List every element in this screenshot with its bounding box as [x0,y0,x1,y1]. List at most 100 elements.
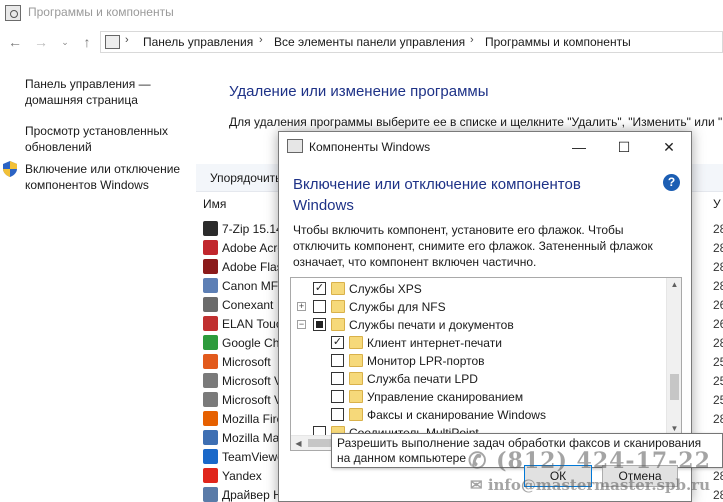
tree-item-label: Клиент интернет-печати [367,336,502,350]
breadcrumb-separator-icon[interactable]: › [470,34,474,46]
feature-checkbox[interactable] [331,354,344,367]
scroll-up-icon[interactable]: ▲ [667,278,681,292]
tree-item-label: Службы для NFS [349,300,446,314]
up-arrow-icon[interactable]: ↑ [78,33,96,51]
forward-arrow-icon[interactable]: → [32,33,50,51]
program-date: 25 [713,374,723,388]
chevron-down-icon[interactable]: ⌄ [56,33,74,51]
program-icon [203,297,218,312]
scrollbar-thumb[interactable] [670,374,679,400]
tree-item-label: Факсы и сканирование Windows [367,408,546,422]
tree-item[interactable]: + Службы для NFS [291,298,667,316]
features-tree[interactable]: ✓ Службы XPS + Службы для NFS − Службы печати… [290,277,682,451]
sidebar-item-label: обновлений [25,140,92,154]
program-date: 28 [713,222,723,236]
program-icon [203,373,218,388]
tree-vertical-scrollbar[interactable]: ▲ ▼ [666,278,681,436]
collapse-icon[interactable]: − [297,320,306,329]
breadcrumb-separator-icon[interactable]: › [259,34,263,46]
tree-item[interactable]: − Службы печати и документов [291,316,667,334]
sidebar-item-home[interactable]: Панель управления — домашняя страница [25,76,151,108]
breadcrumb-all-items[interactable]: Все элементы панели управления [274,35,465,49]
minimize-icon[interactable]: — [565,136,593,158]
dialog-description: Чтобы включить компонент, установите его… [293,223,653,269]
program-icon [203,259,218,274]
feature-checkbox[interactable] [331,390,344,403]
program-icon [203,468,218,483]
tree-item[interactable]: Монитор LPR-портов [291,352,667,370]
help-icon[interactable]: ? [663,174,680,191]
dialog-titlebar: Компоненты Windows — ☐ ✕ [279,132,691,162]
program-name: Драйвер Н [222,488,282,502]
tree-item[interactable]: ✓ Службы XPS [291,280,667,298]
program-date: 28 [713,336,723,350]
folder-icon [331,318,345,331]
tree-item-label: Службы XPS [349,282,422,296]
close-icon[interactable]: ✕ [655,136,683,158]
back-arrow-icon[interactable]: ← [6,33,24,51]
feature-checkbox[interactable] [331,372,344,385]
dialog-title: Компоненты Windows [309,140,431,154]
scroll-left-icon[interactable]: ◀ [291,436,306,450]
control-panel-icon [105,35,120,49]
sidebar-item-label: домашняя страница [25,93,138,107]
sidebar-item-label: компонентов Windows [25,178,149,192]
breadcrumb-programs[interactable]: Программы и компоненты [485,35,631,49]
tree-item-label: Служба печати LPD [367,372,478,386]
breadcrumb-control-panel[interactable]: Панель управления [143,35,253,49]
sidebar-item-windows-features[interactable]: Включение или отключение компонентов Win… [25,161,180,193]
watermark-email-text: info@mastermaster.spb.ru [487,476,710,494]
tree-item-label: Управление сканированием [367,390,524,404]
program-name: Yandex [222,469,262,483]
program-date: 28 [713,412,723,426]
program-date: 28 [713,488,723,502]
feature-checkbox[interactable]: ✓ [313,282,326,295]
sidebar-item-updates[interactable]: Просмотр установленных обновлений [25,123,168,155]
program-icon [203,316,218,331]
folder-icon [349,390,363,403]
address-bar[interactable]: › Панель управления › Все элементы панел… [100,31,723,53]
program-date: 28 [713,279,723,293]
program-name: Conexant [222,298,274,312]
column-header-date[interactable]: У [713,197,721,211]
organize-button[interactable]: Упорядочить [210,171,281,185]
feature-checkbox[interactable] [313,300,326,313]
maximize-icon[interactable]: ☐ [610,136,638,158]
tree-item[interactable]: ✓ Клиент интернет-печати [291,334,667,352]
program-date: 28 [713,469,723,483]
program-icon [203,240,218,255]
sidebar-item-label: Панель управления — [25,77,151,91]
program-name: Mozilla Ma [222,431,280,445]
navigation-bar: ← → ⌄ ↑ › Панель управления › Все элемен… [0,28,723,56]
column-header-name[interactable]: Имя [203,197,226,211]
email-icon: ✉ [470,476,483,494]
breadcrumb-separator-icon[interactable]: › [125,34,129,46]
page-description: Для удаления программы выберите ее в спи… [229,115,723,129]
tree-item[interactable]: Факсы и сканирование Windows [291,406,667,424]
program-icon [203,221,218,236]
feature-checkbox[interactable] [331,408,344,421]
program-icon [203,430,218,445]
feature-checkbox[interactable]: ✓ [331,336,344,349]
tree-item-label: Монитор LPR-портов [367,354,485,368]
program-date: 28 [713,241,723,255]
folder-icon [349,372,363,385]
feature-checkbox[interactable] [313,318,326,331]
sidebar-item-label: Просмотр установленных [25,124,168,138]
page-title: Удаление или изменение программы [229,83,489,100]
folder-icon [331,300,345,313]
program-icon [203,392,218,407]
program-icon [203,449,218,464]
program-icon [203,411,218,426]
program-name: Microsoft V [222,393,283,407]
window-titlebar: Программы и компоненты [0,0,723,26]
sidebar-item-label: Включение или отключение [25,162,181,176]
program-icon [203,335,218,350]
expand-icon[interactable]: + [297,302,306,311]
tree-item[interactable]: Служба печати LPD [291,370,667,388]
tree-item-label: Службы печати и документов [349,318,514,332]
tree-item[interactable]: Управление сканированием [291,388,667,406]
program-icon [203,487,218,502]
program-date: 28 [713,260,723,274]
program-date: 26 [713,317,723,331]
